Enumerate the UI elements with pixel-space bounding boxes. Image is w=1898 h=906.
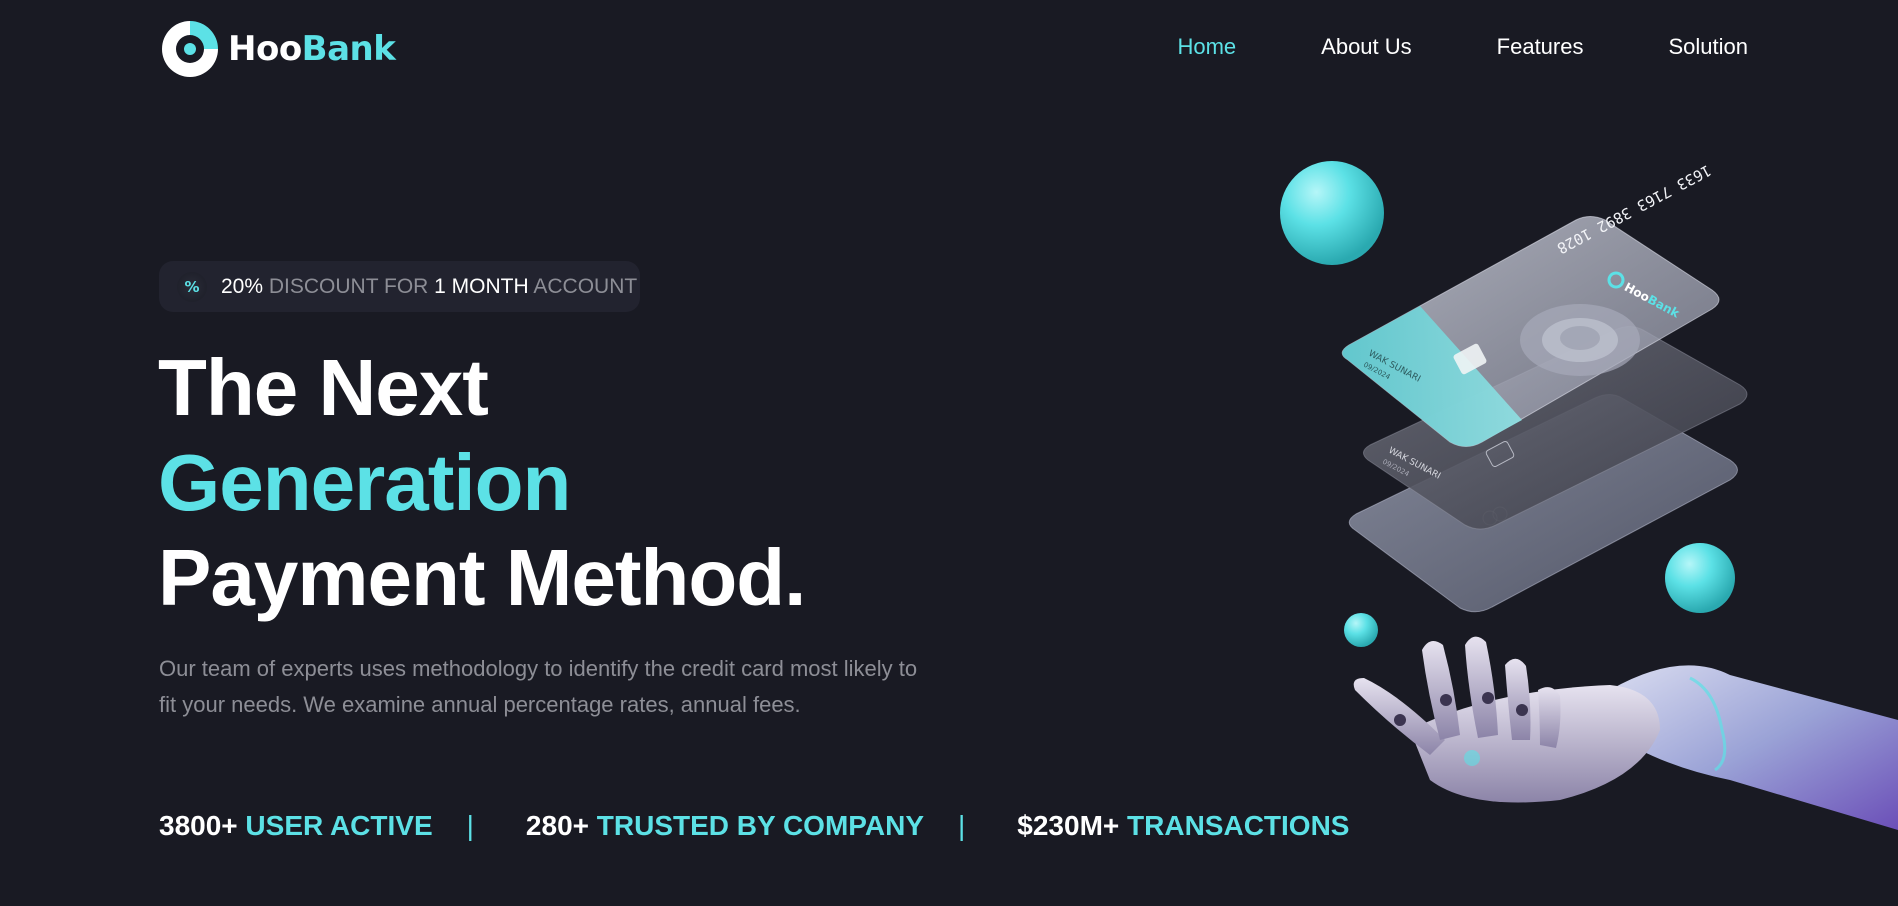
main-nav: Home About Us Features Solution bbox=[1177, 34, 1748, 60]
robot-hand bbox=[1353, 636, 1898, 830]
stat-value: 280+ bbox=[525, 810, 589, 841]
stat-separator: | bbox=[958, 810, 966, 841]
stat-separator: | bbox=[466, 810, 474, 841]
logo-mark-icon bbox=[162, 21, 218, 77]
brand-logo[interactable]: HooBank bbox=[159, 18, 396, 80]
hero-title: The Next Generation Payment Method. bbox=[158, 340, 806, 625]
nav-link-about-us[interactable]: About Us bbox=[1321, 34, 1412, 60]
discount-duration: 1 MONTH bbox=[434, 274, 529, 298]
hero-title-line-1: The Next bbox=[158, 343, 489, 432]
cards-and-robot-hand-illustration: WAK SUNARI 09/2024 WAK SUNARI 09/2024 16… bbox=[1280, 161, 1898, 830]
stats-bar: 3800+ USER ACTIVE | 280+ TRUSTED BY COMP… bbox=[159, 810, 1349, 842]
brand-name: HooBank bbox=[228, 29, 396, 69]
discount-value: 20% bbox=[221, 274, 264, 298]
nav-link-solution[interactable]: Solution bbox=[1668, 34, 1748, 60]
stat-value: 3800+ bbox=[159, 810, 238, 841]
discount-badge: % 20% DISCOUNT FOR 1 MONTH ACCOUNT bbox=[159, 261, 640, 312]
stat-trusted-by-company: 280+ TRUSTED BY COMPANY bbox=[526, 810, 924, 842]
hero-description: Our team of experts uses methodology to … bbox=[159, 656, 918, 717]
page: HooBank Home About Us Features Solution … bbox=[0, 0, 1898, 906]
sphere-large bbox=[1280, 161, 1384, 265]
discount-badge-text: 20% DISCOUNT FOR 1 MONTH ACCOUNT bbox=[221, 275, 637, 299]
percent-icon: % bbox=[177, 271, 207, 302]
nav-link-home[interactable]: Home bbox=[1177, 34, 1236, 60]
hero-illustration: WAK SUNARI 09/2024 WAK SUNARI 09/2024 16… bbox=[1260, 130, 1898, 906]
stat-user-active: 3800+ USER ACTIVE bbox=[159, 810, 433, 842]
hero-title-line-2: Generation bbox=[158, 438, 571, 527]
sphere-medium bbox=[1665, 543, 1735, 613]
nav-link-features[interactable]: Features bbox=[1497, 34, 1584, 60]
stat-value: $230M+ bbox=[1017, 810, 1120, 841]
hero-title-line-3: Payment Method. bbox=[158, 533, 806, 622]
brand-name-part2: Bank bbox=[301, 29, 396, 69]
discount-text-2: ACCOUNT bbox=[533, 274, 638, 298]
stat-label: TRUSTED BY COMPANY bbox=[596, 810, 924, 841]
stat-label: USER ACTIVE bbox=[245, 810, 433, 841]
discount-text-1: DISCOUNT FOR bbox=[268, 274, 429, 298]
sphere-small bbox=[1344, 613, 1378, 647]
brand-name-part1: Hoo bbox=[228, 29, 302, 69]
